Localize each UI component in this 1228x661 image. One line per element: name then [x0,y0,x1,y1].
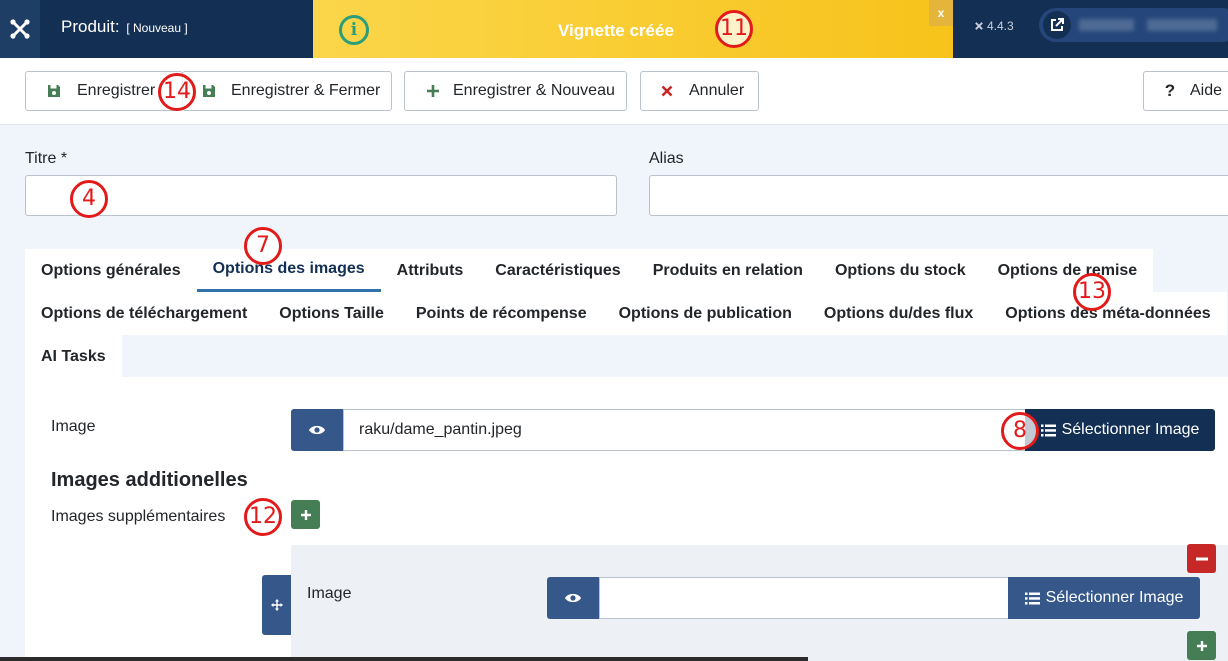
tab-stock-options[interactable]: Options du stock [819,249,982,292]
tab-size-options[interactable]: Options Taille [263,292,400,335]
tab-discount-options[interactable]: Options de remise [982,249,1154,292]
supplementary-images-label: Images supplémentaires [51,508,226,525]
save-label: Enregistrer [77,82,156,99]
toast-message: Vignette créée [558,21,674,40]
tab-reward-points[interactable]: Points de récompense [400,292,603,335]
horizontal-scrollbar[interactable] [0,657,808,661]
annotation-marker-14: 14 [158,73,196,111]
tab-feed-options[interactable]: Options du/des flux [808,292,989,335]
cancel-label: Annuler [689,82,745,99]
alias-input[interactable] [649,175,1228,216]
save-close-button[interactable]: Enregistrer & Fermer [182,71,392,111]
sub-select-image-label: Sélectionner Image [1045,589,1184,606]
annotation-marker-12: 12 [244,498,282,536]
page-title-text: Produit: [61,17,120,36]
help-label: Aide [1190,82,1223,99]
tab-image-options[interactable]: Options des images [196,249,381,292]
user-menu[interactable] [1039,8,1228,42]
sub-select-image-button[interactable]: Sélectionner Image [1008,577,1200,619]
select-image-button[interactable]: Sélectionner Image [1025,409,1215,451]
image-path-input[interactable]: raku/dame_pantin.jpeg [343,409,1026,451]
annotation-marker-11: 11 [715,10,753,48]
title-label: Titre * [25,150,68,167]
tabs-row-1: Options générales Options des images Att… [25,249,1154,292]
toast-close-button[interactable]: x [929,0,953,26]
sub-image-path-input[interactable] [599,577,1009,619]
sub-preview-button[interactable] [547,577,599,619]
save-icon [44,84,64,98]
help-button[interactable]: ? Aide [1143,71,1228,111]
image-label: Image [51,418,96,435]
select-image-label: Sélectionner Image [1061,421,1200,438]
plus-icon [300,509,311,520]
list-icon [1040,424,1056,436]
tabs-row-2: Options de téléchargement Options Taille… [25,292,1227,335]
title-input[interactable] [25,175,617,216]
move-icon [270,599,283,611]
close-icon [657,85,677,97]
version-label: 4.4.3 [974,19,1014,33]
save-new-button[interactable]: Enregistrer & Nouveau [404,71,627,111]
joomla-logo[interactable] [0,0,40,58]
tab-ai-tasks[interactable]: AI Tasks [25,335,122,378]
joomla-icon [10,19,30,39]
save-icon [199,84,219,98]
tab-general-options[interactable]: Options générales [25,249,197,292]
info-icon: i [339,15,369,45]
eye-icon [309,425,325,435]
notification-toast: i Vignette créée x [313,0,953,60]
tab-features[interactable]: Caractéristiques [479,249,636,292]
annotation-marker-7: 7 [244,227,282,265]
drag-handle[interactable] [262,575,291,635]
add-subimage-button[interactable] [1187,631,1216,660]
plus-icon [1196,640,1207,651]
question-icon: ? [1164,81,1176,100]
version-number: 4.4.3 [987,19,1014,33]
save-new-label: Enregistrer & Nouveau [453,82,615,99]
alias-label: Alias [649,150,684,167]
save-close-label: Enregistrer & Fermer [231,82,381,99]
minus-icon [1195,557,1208,560]
external-link-icon[interactable] [1043,11,1071,39]
preview-button[interactable] [291,409,343,451]
tab-attributes[interactable]: Attributs [381,249,480,292]
additional-images-heading: Images additionelles [51,469,248,491]
tab-publishing-options[interactable]: Options de publication [603,292,808,335]
tabs-row-3: AI Tasks [25,335,122,378]
annotation-marker-4: 4 [70,180,108,218]
blurred-site-name [1079,19,1134,31]
page-title: Produit: [ Nouveau ] [61,17,188,37]
tab-download-options[interactable]: Options de téléchargement [25,292,263,335]
eye-icon [565,593,581,603]
plus-icon [423,84,443,98]
tab-related-products[interactable]: Produits en relation [637,249,819,292]
add-image-button[interactable] [291,500,320,529]
blurred-user-name [1147,19,1217,31]
annotation-marker-13: 13 [1073,273,1111,311]
page-title-status: [ Nouveau ] [126,21,188,35]
joomla-small-icon [975,22,983,30]
annotation-marker-8: 8 [1001,412,1039,450]
cancel-button[interactable]: Annuler [640,71,759,111]
sub-image-label: Image [307,585,352,602]
remove-image-button[interactable] [1187,544,1216,573]
list-icon [1024,592,1040,604]
